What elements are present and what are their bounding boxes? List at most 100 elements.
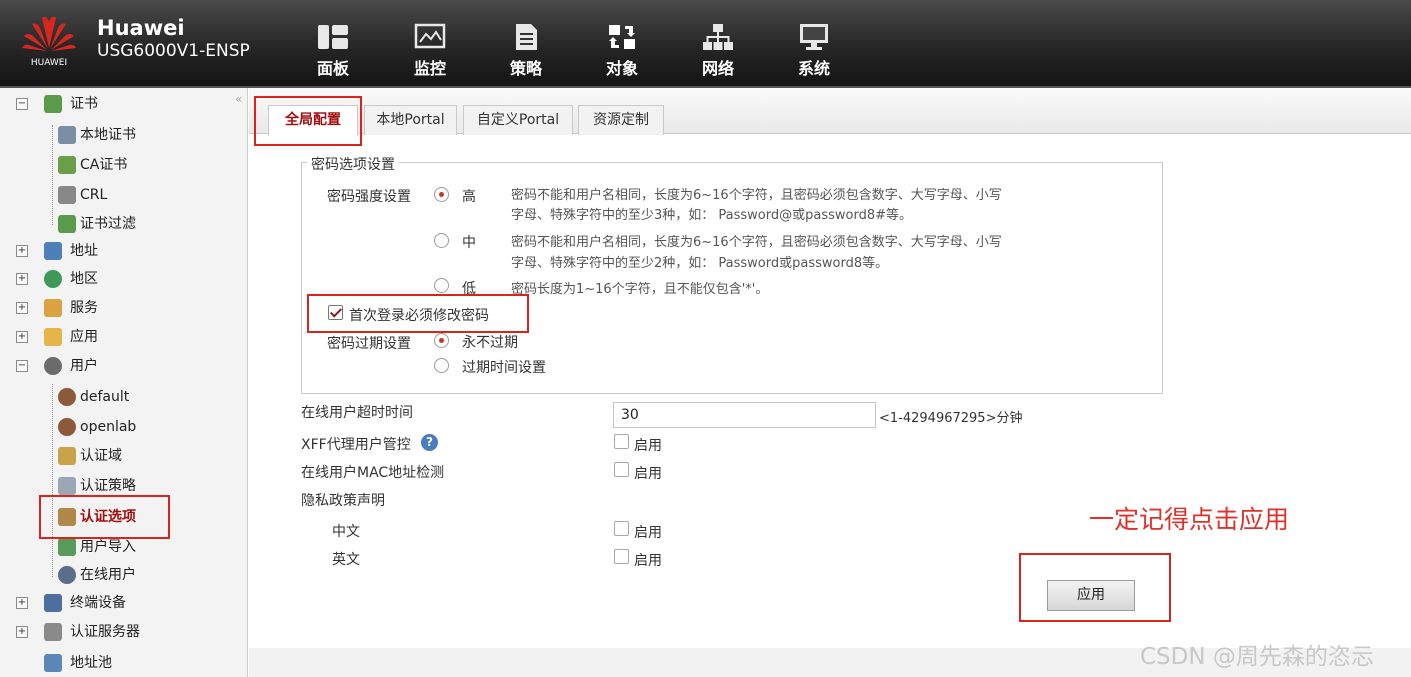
nav-network[interactable]: 网络 [685, 22, 751, 79]
password-options-legend: 密码选项设置 [307, 154, 399, 174]
mac-enable-label: 启用 [634, 466, 662, 482]
sidebar-item-label: 终端设备 [70, 595, 126, 611]
import-icon [58, 538, 76, 556]
strength-low-radio[interactable] [434, 278, 449, 293]
filter-icon [58, 215, 76, 233]
service-icon [44, 299, 62, 317]
huawei-logo: HUAWEI [18, 8, 80, 70]
monitor-icon [414, 23, 446, 49]
sidebar-item-label: 本地证书 [80, 127, 136, 143]
first-login-checkbox[interactable] [328, 305, 343, 320]
logo-text: HUAWEI [31, 58, 67, 68]
expand-toggle-icon[interactable]: + [16, 245, 28, 257]
sidebar-item-label: 认证服务器 [70, 624, 140, 640]
nav-policy[interactable]: 策略 [493, 22, 559, 79]
expire-time-radio[interactable] [434, 358, 449, 373]
sidebar-item-label: CA证书 [80, 157, 128, 173]
watermark: CSDN @周先森的恣忈 [1140, 644, 1374, 670]
nav-label: 面板 [316, 59, 349, 78]
tab-resource-custom[interactable]: 资源定制 [578, 105, 664, 135]
xff-enable-checkbox[interactable] [614, 434, 629, 449]
privacy-chinese-enable-label: 启用 [634, 525, 662, 541]
auth-options-icon [58, 508, 76, 526]
strength-high-desc-2: 字母、特殊字符中的至少3种，如： Password@或password8#等。 [511, 208, 913, 223]
strength-high-radio[interactable] [434, 187, 449, 202]
expand-toggle-icon[interactable]: + [16, 302, 28, 314]
terminal-device-icon [44, 594, 62, 612]
expand-toggle-icon[interactable]: + [16, 331, 28, 343]
mac-enable-checkbox[interactable] [614, 462, 629, 477]
certificate-icon [58, 126, 76, 144]
mac-label: 在线用户MAC地址检测 [301, 465, 445, 481]
address-pool-icon [44, 654, 62, 672]
sidebar-item-label: openlab [80, 419, 137, 435]
user-icon [44, 357, 62, 375]
brand-model: USG6000V1-ENSP [97, 41, 250, 61]
never-expire-label: 永不过期 [462, 335, 518, 351]
sidebar-item-label: default [80, 389, 130, 405]
privacy-chinese-checkbox[interactable] [614, 521, 629, 536]
system-icon [800, 24, 828, 50]
privacy-english-label: 英文 [332, 552, 360, 568]
strength-medium-desc-2: 字母、特殊字符中的至少2种，如： Password或password8等。 [511, 256, 889, 271]
never-expire-radio[interactable] [434, 333, 449, 348]
tab-custom-portal[interactable]: 自定义Portal [463, 105, 573, 135]
collapse-toggle-icon[interactable]: − [16, 98, 28, 110]
expire-label: 密码过期设置 [327, 336, 411, 352]
sidebar-item-label: CRL [80, 187, 108, 203]
sidebar-item-label: 认证策略 [80, 478, 136, 494]
timeout-label: 在线用户超时时间 [301, 405, 413, 421]
strength-low-desc: 密码长度为1~16个字符，且不能仅包含'*'。 [511, 282, 769, 297]
sidebar-item-label: 认证选项 [80, 509, 136, 525]
certificate-icon [44, 95, 62, 113]
collapse-toggle-icon[interactable]: − [16, 360, 28, 372]
expand-toggle-icon[interactable]: + [16, 597, 28, 609]
expire-time-label: 过期时间设置 [462, 360, 546, 376]
policy-icon [516, 24, 537, 50]
strength-label: 密码强度设置 [327, 189, 411, 205]
strength-high-label: 高 [462, 189, 476, 205]
expand-toggle-icon[interactable]: + [16, 626, 28, 638]
timeout-input[interactable]: 30 [613, 402, 876, 428]
nav-dashboard[interactable]: 面板 [300, 22, 366, 79]
privacy-english-checkbox[interactable] [614, 549, 629, 564]
sidebar-item-label: 应用 [70, 329, 98, 345]
auth-policy-icon [58, 477, 76, 495]
nav-label: 网络 [701, 59, 734, 78]
strength-high-desc-1: 密码不能和用户名相同，长度为6~16个字符，且密码必须包含数字、大写字母、小写 [511, 188, 1002, 203]
tab-local-portal[interactable]: 本地Portal [364, 105, 457, 135]
privacy-english-enable-label: 启用 [634, 553, 662, 569]
help-icon[interactable]: ? [421, 434, 438, 451]
strength-medium-label: 中 [462, 235, 476, 251]
nav-object[interactable]: 对象 [589, 22, 655, 79]
strength-medium-radio[interactable] [434, 233, 449, 248]
sidebar-item-label: 地址 [70, 243, 98, 259]
sidebar-item-label: 认证域 [80, 448, 122, 464]
sidebar-item-label: 用户 [70, 358, 98, 374]
user-group-icon [58, 418, 76, 436]
nav-label: 监控 [413, 59, 446, 78]
xff-enable-label: 启用 [634, 438, 662, 454]
user-group-icon [58, 388, 76, 406]
annotation-text: 一定记得点击应用 [1089, 505, 1290, 534]
nav-system[interactable]: 系统 [781, 22, 847, 79]
expand-toggle-icon[interactable]: + [16, 273, 28, 285]
dashboard-icon [318, 25, 348, 49]
nav-monitor[interactable]: 监控 [397, 22, 463, 79]
tab-global-config[interactable]: 全局配置 [268, 105, 358, 136]
sidebar-item-label: 服务 [70, 300, 98, 316]
sidebar-item-label: 用户导入 [80, 539, 136, 555]
privacy-label: 隐私政策声明 [301, 493, 385, 509]
application-icon [44, 328, 62, 346]
certificate-icon [58, 156, 76, 174]
online-user-icon [58, 566, 76, 584]
nav-label: 策略 [509, 59, 542, 78]
collapse-sidebar-icon[interactable]: « [235, 92, 242, 106]
auth-domain-icon [58, 447, 76, 465]
nav-label: 对象 [605, 59, 638, 78]
sidebar-item-label: 地址池 [70, 655, 112, 671]
sidebar-item-label: 在线用户 [80, 567, 136, 583]
apply-button[interactable]: 应用 [1047, 580, 1135, 611]
timeout-hint: <1-4294967295>分钟 [879, 411, 1023, 426]
sidebar-item-label: 证书过滤 [80, 216, 136, 232]
